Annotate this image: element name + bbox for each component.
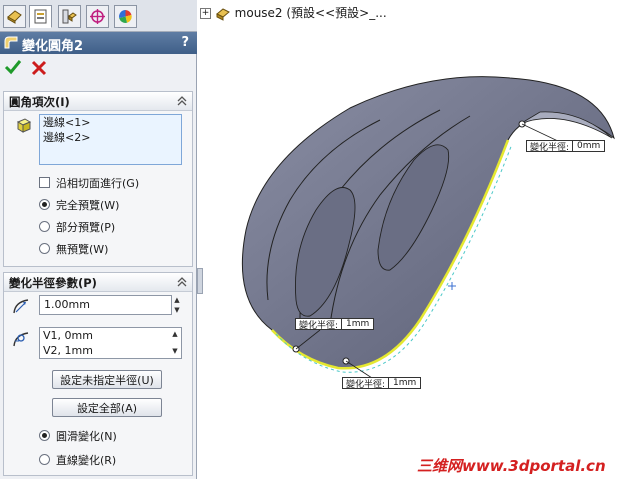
list-item[interactable]: 邊線<1> (40, 115, 181, 130)
part-name: mouse2 (預設<<預設>_... (234, 6, 387, 20)
feature-manager-tab-icon (7, 10, 22, 24)
display-manager-tab-icon (119, 10, 132, 23)
tangent-propagation-checkbox[interactable] (39, 177, 50, 188)
fillet-items-group-header[interactable]: 圓角項次(I) (4, 92, 192, 111)
property-manager-panel: 變化圓角2 ? 圓角項次(I) 邊線<1> 邊線<2> 沿相切面進行(G) 完全… (0, 0, 197, 479)
straight-transition-label: 直線變化(R) (56, 454, 117, 467)
vertex-list[interactable]: V1, 0mm V2, 1mm (39, 327, 182, 359)
vertex-list-scroll-down[interactable]: ▼ (170, 347, 180, 355)
radius-callout-v3[interactable]: 變化半徑: 0mm (526, 140, 606, 153)
full-preview-radio[interactable] (39, 199, 50, 210)
set-unassigned-button[interactable]: 設定未指定半徑(U) (52, 370, 162, 389)
vertex-radius-icon (13, 332, 29, 347)
collapse-chevron-icon[interactable] (176, 95, 188, 107)
radius-callout-v2[interactable]: 變化半徑: 1mm (342, 377, 422, 390)
callout-key: 變化半徑: (343, 378, 390, 390)
list-item[interactable]: 邊線<2> (40, 130, 181, 145)
callout-value[interactable]: 0mm (573, 141, 604, 151)
radius-spinner-down[interactable]: ▼ (172, 306, 182, 314)
part-icon (215, 7, 230, 21)
tangent-propagation-label: 沿相切面進行(G) (56, 177, 140, 190)
feature-tree-root[interactable]: + mouse2 (預設<<預設>_... (200, 4, 387, 21)
callout-key: 變化半徑: (296, 319, 343, 331)
configuration-manager-tab-icon (62, 9, 77, 24)
fillet-items-title: 圓角項次(I) (9, 95, 70, 109)
callout-value[interactable]: 1mm (342, 319, 373, 329)
partial-preview-label: 部分預覽(P) (56, 221, 116, 234)
expand-plus-icon[interactable]: + (200, 8, 211, 19)
dimxpert-manager-tab[interactable] (86, 5, 109, 28)
radius-input[interactable]: 1.00mm (39, 295, 172, 315)
property-manager-tab[interactable] (29, 5, 52, 28)
dimxpert-manager-tab-icon (90, 9, 105, 24)
feature-manager-tab[interactable] (3, 5, 26, 28)
variable-radius-title: 變化半徑參數(P) (9, 276, 97, 290)
no-preview-label: 無預覽(W) (56, 243, 109, 256)
cancel-x-icon[interactable] (31, 60, 47, 76)
display-manager-tab[interactable] (114, 5, 137, 28)
callout-key: 變化半徑: (527, 141, 574, 153)
partial-preview-radio[interactable] (39, 221, 50, 232)
variable-radius-group-header[interactable]: 變化半徑參數(P) (4, 273, 192, 292)
callout-value[interactable]: 1mm (389, 378, 420, 388)
feature-title: 變化圓角2 (22, 39, 84, 54)
straight-transition-radio[interactable] (39, 454, 50, 465)
configuration-manager-tab[interactable] (58, 5, 81, 28)
manager-tabs (0, 0, 197, 32)
help-button[interactable]: ? (181, 35, 189, 50)
edge-face-selection-icon (16, 118, 32, 133)
watermark: 三维网www.3dportal.cn (417, 457, 606, 475)
vertex-list-scroll-up[interactable]: ▲ (170, 330, 180, 338)
edges-listbox[interactable]: 邊線<1> 邊線<2> (39, 114, 182, 165)
radius-callout-v1[interactable]: 變化半徑: 1mm (295, 318, 375, 331)
variable-fillet-icon (4, 36, 18, 49)
fillet-items-group: 圓角項次(I) 邊線<1> 邊線<2> 沿相切面進行(G) 完全預覽(W) 部分… (3, 91, 193, 267)
property-manager-header: 變化圓角2 ? (0, 32, 197, 54)
full-preview-label: 完全預覽(W) (56, 199, 120, 212)
ok-check-icon[interactable] (4, 58, 22, 76)
set-all-button[interactable]: 設定全部(A) (52, 398, 162, 417)
smooth-transition-label: 圓滑變化(N) (56, 430, 117, 443)
no-preview-radio[interactable] (39, 243, 50, 254)
list-item[interactable]: V2, 1mm (40, 343, 181, 358)
radius-icon (13, 299, 29, 314)
radius-spinner-up[interactable]: ▲ (172, 296, 182, 304)
mouse-model-render (241, 76, 615, 379)
collapse-chevron-icon[interactable] (176, 276, 188, 288)
property-manager-tab-icon (34, 9, 47, 24)
variable-radius-group: 變化半徑參數(P) 1.00mm ▲ ▼ V1, 0mm V2, 1mm ▲ ▼… (3, 272, 193, 476)
graphics-viewport[interactable] (198, 0, 638, 479)
list-item[interactable]: V1, 0mm (40, 328, 181, 343)
smooth-transition-radio[interactable] (39, 430, 50, 441)
